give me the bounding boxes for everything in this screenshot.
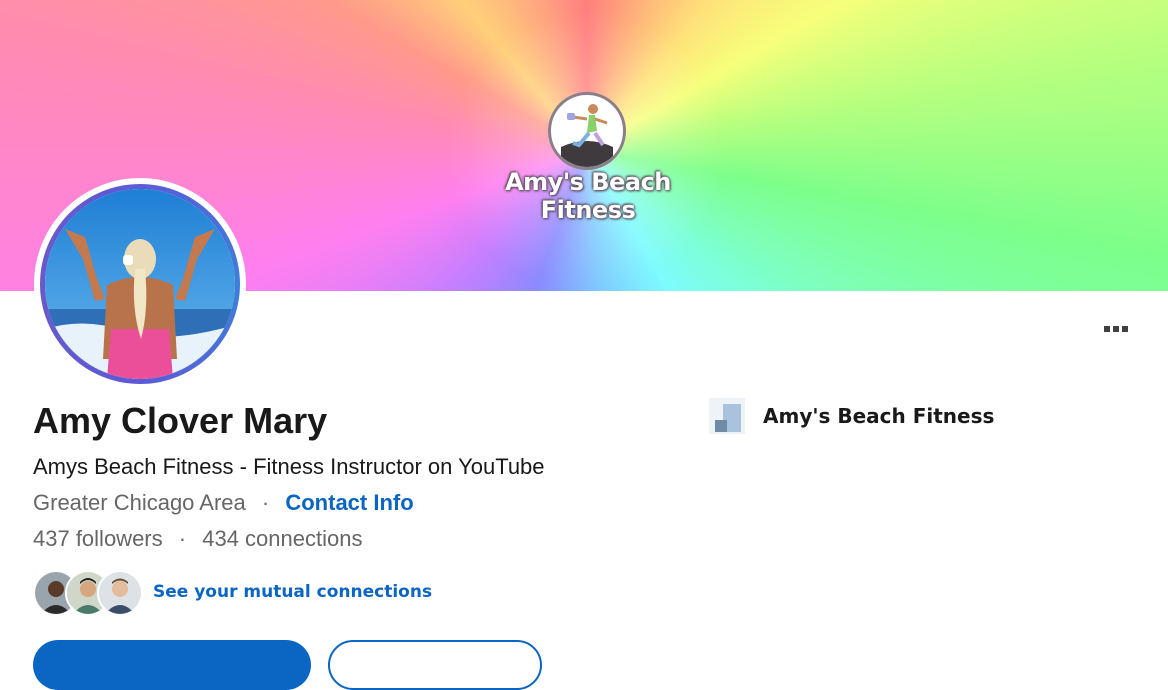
banner-title: Amy's Beach Fitness (505, 168, 671, 224)
separator-dot: · (178, 526, 187, 551)
mutual-avatar (97, 570, 143, 616)
separator-dot: · (261, 490, 270, 515)
fitness-woman-logo-icon (548, 92, 626, 170)
company-placeholder-icon (709, 398, 745, 434)
followers-count: 437 followers (33, 526, 163, 551)
company-name: Amy's Beach Fitness (763, 404, 995, 428)
location-text: Greater Chicago Area (33, 490, 246, 515)
profile-name: Amy Clover Mary (33, 400, 328, 441)
see-mutual-connections-link[interactable]: See your mutual connections (153, 582, 432, 602)
more-actions-button[interactable] (1092, 313, 1140, 341)
location-line: Greater Chicago Area · Contact Info (33, 490, 414, 516)
avatar[interactable] (34, 178, 246, 390)
mutual-avatars (33, 568, 143, 616)
ellipsis-icon (1104, 325, 1110, 332)
secondary-action-button[interactable] (328, 640, 542, 690)
primary-action-button[interactable] (33, 640, 311, 690)
contact-info-link[interactable]: Contact Info (285, 490, 413, 515)
mutual-connections[interactable]: See your mutual connections (33, 568, 432, 616)
profile-photo (45, 189, 235, 379)
current-company[interactable]: Amy's Beach Fitness (709, 398, 994, 434)
connections-count: 434 connections (202, 526, 363, 551)
network-stats: 437 followers · 434 connections (33, 526, 362, 552)
profile-headline: Amys Beach Fitness - Fitness Instructor … (33, 454, 545, 479)
